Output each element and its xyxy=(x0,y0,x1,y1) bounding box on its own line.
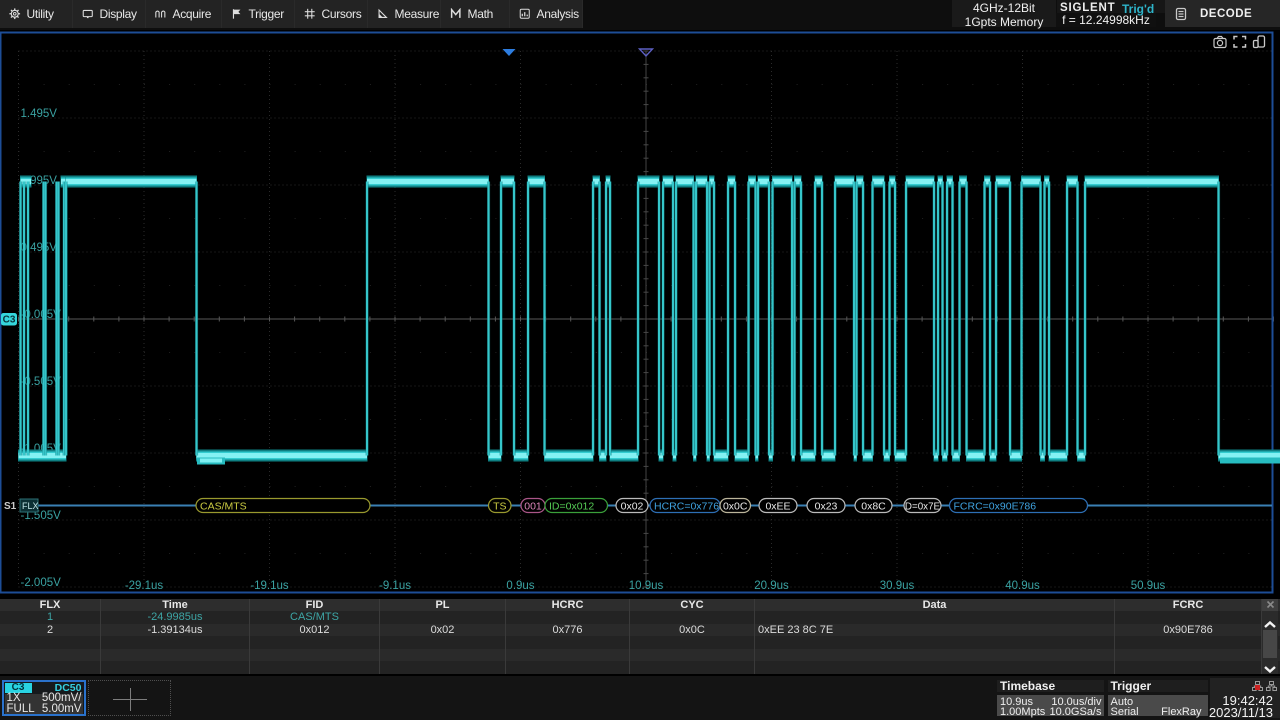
svg-text:C3: C3 xyxy=(3,315,16,326)
svg-text:FLX: FLX xyxy=(22,501,39,511)
svg-text:001: 001 xyxy=(524,500,542,512)
svg-text:S1: S1 xyxy=(4,501,17,512)
svg-text:0x8C: 0x8C xyxy=(861,500,886,512)
svg-text:0x23: 0x23 xyxy=(815,500,838,512)
svg-text:20.9us: 20.9us xyxy=(754,580,789,592)
svg-text:10.9us: 10.9us xyxy=(629,580,664,592)
svg-text:0.495V: 0.495V xyxy=(21,242,58,254)
svg-text:-9.1us: -9.1us xyxy=(379,580,411,592)
svg-text:0x02: 0x02 xyxy=(621,500,644,512)
svg-text:-19.1us: -19.1us xyxy=(250,580,289,592)
svg-text:0x0C: 0x0C xyxy=(723,500,748,512)
svg-text:-0.505V: -0.505V xyxy=(21,376,62,388)
svg-text:0xEE: 0xEE xyxy=(765,500,790,512)
svg-text:CAS/MTS: CAS/MTS xyxy=(200,500,247,512)
svg-text:FCRC=0x90E786: FCRC=0x90E786 xyxy=(954,500,1037,512)
svg-text:0.9us: 0.9us xyxy=(506,580,534,592)
svg-text:30.9us: 30.9us xyxy=(880,580,915,592)
svg-text:-29.1us: -29.1us xyxy=(125,580,164,592)
svg-text:-0.005V: -0.005V xyxy=(21,309,62,321)
svg-text:TS: TS xyxy=(493,500,506,512)
svg-text:40.9us: 40.9us xyxy=(1005,580,1040,592)
svg-text:HCRC=0x776: HCRC=0x776 xyxy=(654,500,719,512)
svg-text:-2.005V: -2.005V xyxy=(21,577,62,589)
svg-text:D=0x7E: D=0x7E xyxy=(905,501,941,512)
svg-text:50.9us: 50.9us xyxy=(1131,580,1166,592)
svg-text:1.495V: 1.495V xyxy=(21,108,58,120)
svg-text:ID=0x012: ID=0x012 xyxy=(549,500,594,512)
